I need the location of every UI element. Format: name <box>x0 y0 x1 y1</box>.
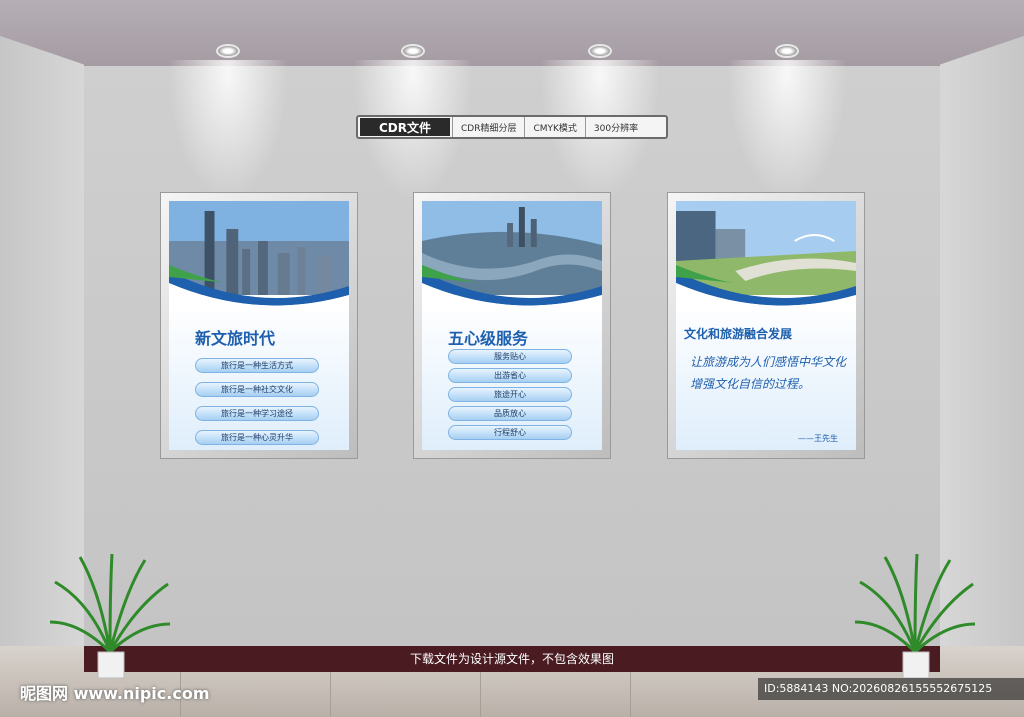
file-info-item: CMYK模式 <box>524 117 584 137</box>
service-pill: 行程舒心 <box>448 425 572 440</box>
wave-decoration <box>422 265 602 311</box>
slogan-pill: 旅行是一种生活方式 <box>195 358 319 373</box>
file-info-bar: CDR文件 CDR精细分层 CMYK模式 300分辨率 <box>356 115 668 139</box>
ceiling <box>0 0 1024 66</box>
poster-quote: 让旅游成为人们感悟中华文化增强文化自信的过程。 <box>690 355 847 391</box>
site-watermark: 昵图网 www.nipic.com <box>20 684 210 703</box>
spotlight-icon <box>775 44 799 58</box>
floor-tile-line <box>480 672 481 717</box>
service-pill: 品质放心 <box>448 406 572 421</box>
poster-2: 五心级服务 服务贴心 出游省心 旅途开心 品质放心 行程舒心 <box>422 201 602 450</box>
file-info-item: CDR精细分层 <box>452 117 524 137</box>
spotlight-icon <box>588 44 612 58</box>
service-pill: 服务贴心 <box>448 349 572 364</box>
potted-plant-icon <box>50 553 170 679</box>
poster-title: 文化和旅游融合发展 <box>684 327 793 341</box>
wave-decoration <box>169 265 349 311</box>
light-beam <box>168 60 288 200</box>
service-pill: 旅途开心 <box>448 387 572 402</box>
poster-frame-2: 五心级服务 服务贴心 出游省心 旅途开心 品质放心 行程舒心 <box>413 192 611 459</box>
slogan-pill: 旅行是一种社交文化 <box>195 382 319 397</box>
poster-title: 新文旅时代 <box>195 329 276 348</box>
file-info-item: 300分辨率 <box>584 117 646 137</box>
spotlight-icon <box>216 44 240 58</box>
file-type-label: CDR文件 <box>360 118 450 136</box>
light-beam <box>727 60 847 200</box>
spotlight-icon <box>401 44 425 58</box>
quote-author: ——王先生 <box>798 434 838 443</box>
poster-frame-3: 文化和旅游融合发展 让旅游成为人们感悟中华文化增强文化自信的过程。 ——王先生 <box>667 192 865 459</box>
service-pill: 出游省心 <box>448 368 572 383</box>
design-notice: 下载文件为设计源文件，不包含效果图 <box>84 646 940 672</box>
image-id-bar: ID:5884143 NO:20260826155552675125 <box>758 678 1024 700</box>
poster-3: 文化和旅游融合发展 让旅游成为人们感悟中华文化增强文化自信的过程。 ——王先生 <box>676 201 856 450</box>
floor-tile-line <box>330 672 331 717</box>
poster-title: 五心级服务 <box>448 329 529 348</box>
wave-decoration <box>676 265 856 311</box>
floor-tile-line <box>630 672 631 717</box>
slogan-pill: 旅行是一种心灵升华 <box>195 430 319 445</box>
slogan-pill: 旅行是一种学习途径 <box>195 406 319 421</box>
potted-plant-icon <box>855 553 975 679</box>
poster-1: 新文旅时代 旅行是一种生活方式 旅行是一种社交文化 旅行是一种学习途径 旅行是一… <box>169 201 349 450</box>
poster-frame-1: 新文旅时代 旅行是一种生活方式 旅行是一种社交文化 旅行是一种学习途径 旅行是一… <box>160 192 358 459</box>
